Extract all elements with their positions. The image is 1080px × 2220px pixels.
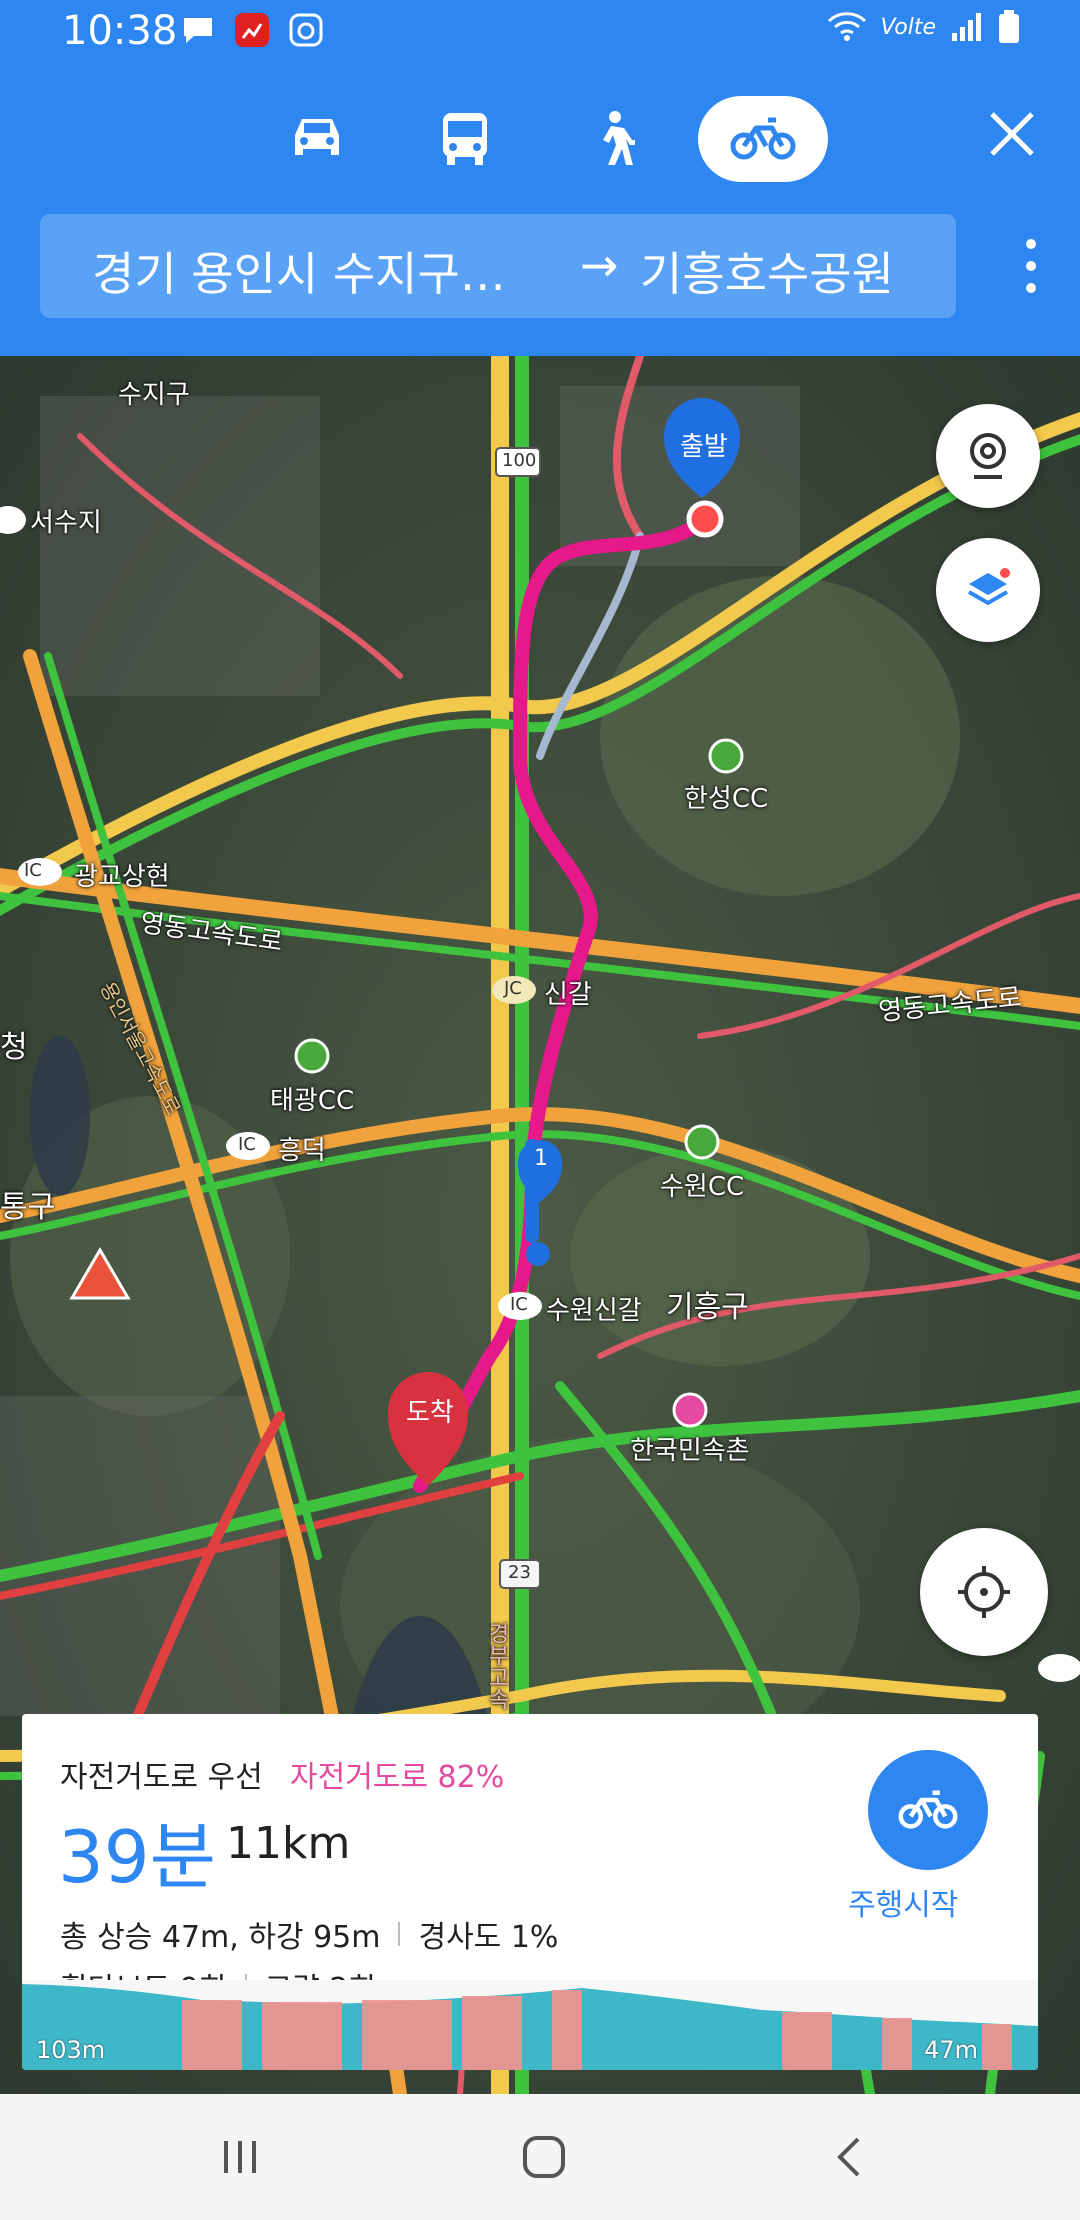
app-notification-icon bbox=[235, 13, 269, 47]
bike-icon bbox=[898, 1790, 958, 1829]
route-shield-100: 100 bbox=[502, 450, 537, 471]
my-location-button[interactable] bbox=[920, 1528, 1048, 1656]
recent-apps-icon bbox=[224, 2141, 256, 2173]
back-button[interactable] bbox=[788, 2094, 908, 2220]
network-label: Volte bbox=[880, 14, 937, 40]
jc-badge-singal: JC bbox=[504, 978, 522, 999]
map-label-giheung: 기흥구 bbox=[666, 1290, 749, 1325]
map-label-seoji: 서수지 bbox=[30, 508, 102, 538]
start-riding-button[interactable] bbox=[868, 1750, 988, 1870]
car-icon bbox=[295, 119, 339, 155]
battery-icon bbox=[999, 10, 1019, 43]
signal-icon bbox=[952, 13, 981, 41]
bike-road-percent: 자전거도로 82% bbox=[290, 1760, 505, 1795]
map-layers-button[interactable] bbox=[936, 538, 1040, 642]
ic-badge-gwanggyo: IC bbox=[24, 860, 42, 881]
header: 10:38 Volte 경기 용인시 수지구… → 기흥호수공원 bbox=[0, 0, 1080, 356]
street-view-icon bbox=[970, 433, 1006, 479]
arrow-right-icon: → bbox=[580, 238, 619, 292]
ic-badge-heungdeok: IC bbox=[238, 1134, 256, 1155]
home-icon bbox=[523, 2136, 565, 2178]
route-distance: 11km bbox=[226, 1818, 351, 1869]
system-nav-bar bbox=[0, 2094, 1080, 2220]
slope-summary: 경사도 1% bbox=[418, 1920, 559, 1955]
back-icon bbox=[837, 2137, 860, 2177]
route-preference: 자전거도로 우선 bbox=[60, 1760, 263, 1795]
map-label-suji: 수지구 bbox=[118, 380, 190, 410]
map-label-cheong: 청 bbox=[0, 1030, 28, 1065]
map-label-suwon-cc: 수원CC bbox=[660, 1172, 745, 1202]
locate-icon bbox=[958, 1566, 1010, 1618]
map-label-minsokchon: 한국민속촌 bbox=[630, 1436, 750, 1466]
waypoint-label: 1 bbox=[534, 1146, 548, 1171]
layers-icon bbox=[967, 568, 1010, 606]
elevation-start: 103m bbox=[36, 2036, 106, 2064]
street-view-button[interactable] bbox=[936, 404, 1040, 508]
close-icon[interactable] bbox=[982, 104, 1042, 164]
route-info-card[interactable]: 자전거도로 우선 자전거도로 82% 39분 11km 총 상승 47m, 하강… bbox=[22, 1714, 1038, 2070]
tab-car[interactable] bbox=[252, 96, 382, 182]
map-label-dong-gu: 통구 bbox=[0, 1190, 56, 1225]
elevation-profile bbox=[22, 1980, 1038, 2070]
map-label-heungdeok: 흥덕 bbox=[278, 1136, 326, 1166]
elevation-end: 47m bbox=[924, 2036, 978, 2064]
end-marker-label: 도착 bbox=[406, 1398, 454, 1428]
divider bbox=[398, 1922, 401, 1946]
destination-field[interactable]: 기흥호수공원 bbox=[640, 238, 894, 304]
start-riding-label[interactable]: 주행시작 bbox=[848, 1880, 958, 1924]
camera-app-icon bbox=[289, 13, 323, 47]
map-label-suwon-singal: 수원신갈 bbox=[546, 1296, 642, 1326]
recent-apps-button[interactable] bbox=[180, 2094, 300, 2220]
wifi-icon bbox=[827, 12, 866, 41]
ic-badge-suwon-singal: IC bbox=[510, 1294, 528, 1315]
status-time: 10:38 bbox=[62, 8, 178, 54]
home-button[interactable] bbox=[484, 2094, 604, 2220]
walk-icon bbox=[603, 111, 635, 165]
tab-walk[interactable] bbox=[548, 96, 678, 182]
message-icon bbox=[184, 18, 212, 43]
origin-field[interactable]: 경기 용인시 수지구… bbox=[92, 238, 506, 304]
transport-mode-tabs bbox=[0, 96, 1080, 182]
map-label-hanseong-cc: 한성CC bbox=[684, 784, 769, 814]
map-label-gwanggyo: 광교상현 bbox=[74, 862, 170, 892]
start-marker-label: 출발 bbox=[680, 432, 728, 462]
route-summary-bar[interactable]: 경기 용인시 수지구… → 기흥호수공원 bbox=[40, 214, 956, 318]
bus-icon bbox=[443, 113, 487, 165]
map-label-taegwang-cc: 태광CC bbox=[270, 1086, 355, 1116]
tab-bike[interactable] bbox=[698, 96, 828, 182]
bike-icon bbox=[730, 117, 796, 160]
status-bar: 10:38 Volte bbox=[0, 0, 1080, 64]
route-shield-23: 23 bbox=[508, 1562, 531, 1583]
map-label-gyeongbu: 경부고속 bbox=[484, 1622, 509, 1710]
elevation-summary: 총 상승 47m, 하강 95m bbox=[60, 1920, 381, 1955]
route-duration: 39분 bbox=[58, 1815, 216, 1899]
map-label-singal: 신갈 bbox=[544, 980, 592, 1010]
more-options-icon[interactable] bbox=[1024, 236, 1038, 296]
tab-bus[interactable] bbox=[400, 96, 530, 182]
